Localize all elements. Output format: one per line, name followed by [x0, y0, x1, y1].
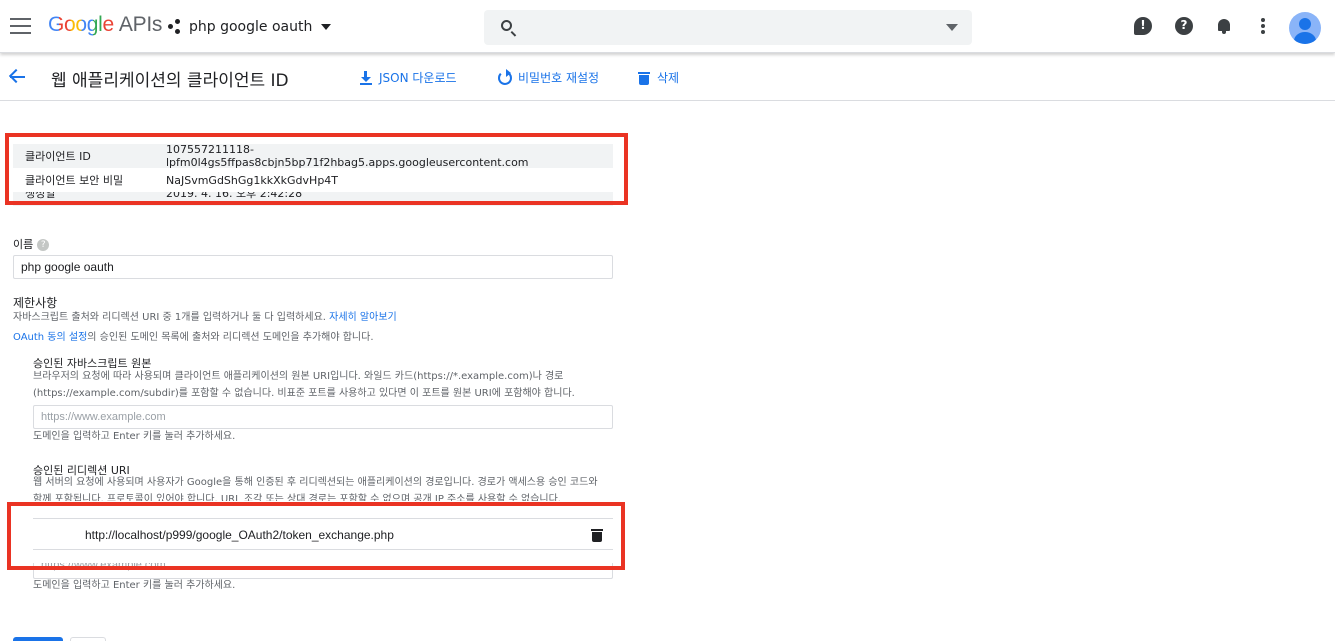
delete-label: 삭제	[657, 71, 680, 85]
menu-icon[interactable]	[10, 18, 31, 34]
notifications-icon[interactable]	[1215, 17, 1233, 35]
refresh-icon	[498, 68, 512, 85]
project-selector[interactable]: php google oauth	[168, 19, 332, 35]
logo-google: Google	[48, 13, 114, 36]
name-field[interactable]: php google oauth	[13, 255, 613, 279]
redirect-uris-desc-2: 함께 포함됩니다. 프로토콜이 있어야 합니다. URL 조각 또는 상대 경로…	[33, 494, 561, 501]
oauth-consent-desc: OAuth 동의 설정의 승인된 도메인 목록에 출처와 리디렉션 도메인을 추…	[13, 329, 374, 346]
highlight-box-redirect	[7, 502, 625, 570]
oauth-consent-link[interactable]: OAuth 동의 설정	[13, 332, 87, 343]
help-icon[interactable]	[1175, 17, 1193, 35]
download-json-button[interactable]: JSON 다운로드	[359, 69, 457, 86]
download-json-label: JSON 다운로드	[379, 71, 457, 85]
more-vert-icon[interactable]	[1254, 17, 1272, 35]
restrictions-desc-text: 자바스크립트 출처와 리디렉션 URI 중 1개를 입력하거나 둘 다 입력하세…	[13, 312, 326, 323]
js-origins-desc-1: 브라우저의 요청에 따라 사용되며 클라이언트 애플리케이션의 원본 URI입니…	[33, 371, 564, 382]
search-icon	[501, 20, 512, 31]
name-label: 이름?	[13, 236, 50, 252]
restrictions-desc: 자바스크립트 출처와 리디렉션 URI 중 1개를 입력하거나 둘 다 입력하세…	[13, 309, 397, 326]
avatar[interactable]	[1289, 12, 1321, 44]
logo-apis: APIs	[118, 13, 163, 36]
delete-button[interactable]: 삭제	[637, 69, 679, 86]
redirect-uris-desc-1: 웹 서버의 요청에 사용되며 사용자가 Google을 통해 인증된 후 리디렉…	[33, 477, 598, 488]
redirect-uris-hint: 도메인을 입력하고 Enter 키를 눌러 추가하세요.	[33, 580, 236, 591]
cancel-button[interactable]	[70, 637, 106, 641]
help-circle-icon[interactable]: ?	[37, 239, 50, 251]
oauth-consent-desc-text: 의 승인된 도메인 목록에 출처와 리디렉션 도메인을 추가해야 합니다.	[87, 332, 374, 343]
search-input[interactable]	[484, 10, 972, 45]
download-icon	[359, 70, 373, 85]
save-button[interactable]	[13, 637, 63, 641]
js-origins-desc-2: (https://example.com/subdir)를 포함할 수 없습니다…	[33, 388, 575, 399]
trash-icon	[637, 71, 651, 85]
js-origins-hint: 도메인을 입력하고 Enter 키를 눌러 추가하세요.	[33, 431, 236, 442]
top-app-bar: Google APIs php google oauth	[0, 0, 1335, 53]
learn-more-link[interactable]: 자세히 알아보기	[329, 312, 397, 323]
project-icon	[168, 19, 184, 35]
chevron-down-icon	[321, 24, 332, 30]
reset-secret-label: 비밀번호 재설정	[518, 71, 600, 85]
reset-secret-button[interactable]: 비밀번호 재설정	[498, 68, 600, 86]
project-name: php google oauth	[189, 19, 313, 35]
action-bar: 웹 애플리케이션의 클라이언트 ID JSON 다운로드 비밀번호 재설정 삭제	[0, 54, 1335, 101]
page-title: 웹 애플리케이션의 클라이언트 ID	[51, 71, 289, 91]
highlight-box-credentials	[5, 133, 628, 205]
back-arrow-icon[interactable]	[8, 67, 28, 87]
alert-icon[interactable]	[1134, 17, 1152, 35]
js-origin-input[interactable]: https://www.example.com	[33, 405, 613, 429]
name-label-text: 이름	[13, 238, 34, 251]
google-apis-logo[interactable]: Google APIs	[48, 13, 162, 37]
search-dropdown-icon[interactable]	[946, 24, 958, 31]
